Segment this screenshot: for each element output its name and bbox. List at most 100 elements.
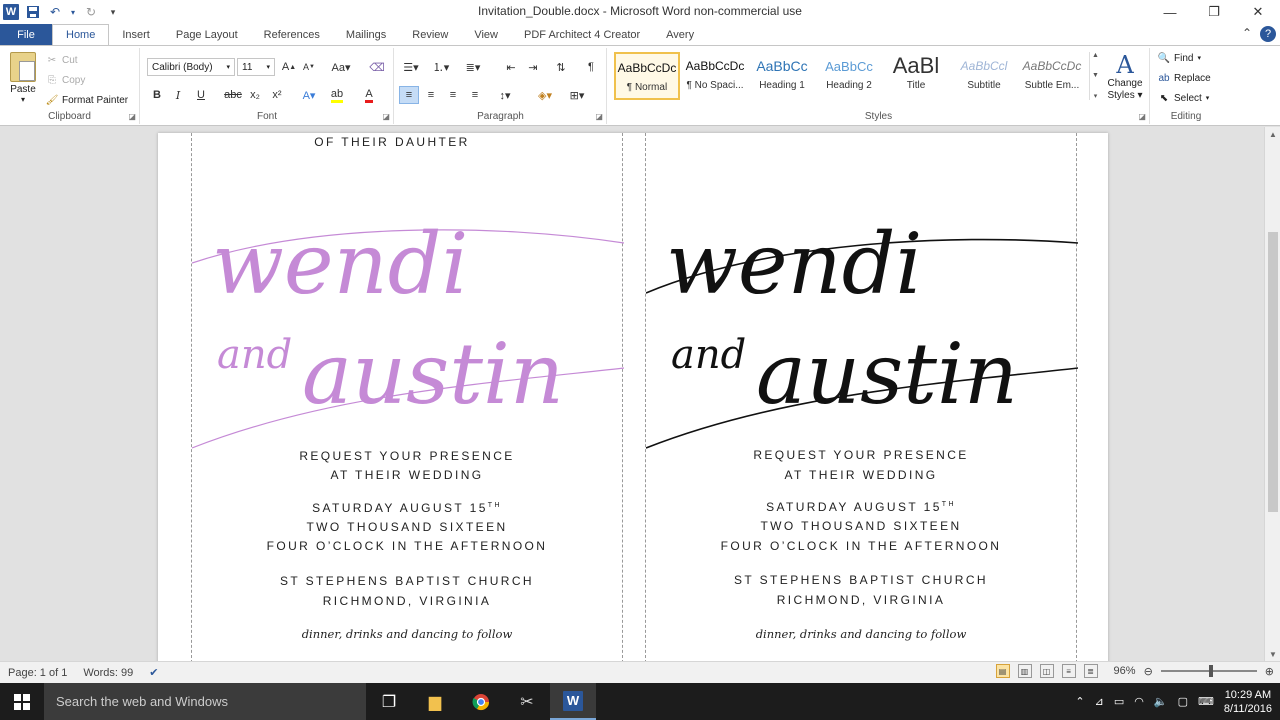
change-case-button[interactable]: Aa▾ — [331, 58, 351, 76]
show-hidden-icons-icon[interactable]: ⌃ — [1075, 695, 1084, 708]
chevron-down-icon[interactable]: ▼ — [1092, 72, 1099, 79]
style-normal[interactable]: AaBbCcDc ¶ Normal — [614, 52, 680, 100]
tab-page-layout[interactable]: Page Layout — [163, 24, 251, 45]
style-title[interactable]: AaBl Title — [883, 52, 949, 100]
italic-button[interactable]: I — [168, 86, 188, 104]
styles-launcher-icon[interactable]: ◪ — [1138, 112, 1146, 121]
wifi-icon[interactable]: ◠ — [1134, 695, 1144, 708]
change-styles-button[interactable]: A Change Styles ▾ — [1104, 52, 1146, 102]
document-page[interactable]: OF THEIR DAUHTER wendi and austin REQUES… — [158, 133, 1108, 661]
chrome-icon[interactable] — [458, 683, 504, 720]
taskbar-clock[interactable]: 10:29 AM 8/11/2016 — [1224, 688, 1272, 716]
find-button[interactable]: 🔍 Find ▾ — [1158, 52, 1201, 64]
document-area[interactable]: OF THEIR DAUHTER wendi and austin REQUES… — [0, 127, 1264, 661]
notifications-icon[interactable]: ▢ — [1178, 695, 1188, 708]
shading-button[interactable]: ◈▾ — [535, 86, 555, 104]
clear-formatting-icon[interactable]: ⌫ — [367, 58, 387, 76]
full-screen-reading-icon[interactable]: ▥ — [1017, 664, 1032, 678]
tab-home[interactable]: Home — [52, 24, 110, 45]
vertical-scrollbar[interactable]: ▲ ▼ — [1264, 127, 1280, 661]
grow-font-button[interactable]: A ▲ — [279, 58, 299, 76]
font-name-select[interactable]: Calibri (Body) ▾ — [147, 58, 235, 76]
chevron-up-icon[interactable]: ▲ — [1092, 52, 1099, 59]
decrease-indent-button[interactable]: ⇤ — [501, 58, 521, 76]
tab-avery[interactable]: Avery — [653, 24, 707, 45]
restore-button[interactable]: ❐ — [1192, 0, 1236, 24]
print-layout-icon[interactable]: ▤ — [995, 664, 1010, 678]
undo-icon[interactable]: ↶ — [47, 4, 63, 20]
redo-icon[interactable]: ↻ — [83, 4, 99, 20]
zoom-out-icon[interactable]: ⊖ — [1144, 665, 1153, 678]
zoom-slider-thumb[interactable] — [1208, 665, 1213, 677]
styles-scroll[interactable]: ▲ ▼ ▾ — [1089, 52, 1101, 100]
undo-dropdown-icon[interactable]: ▾ — [69, 4, 77, 20]
align-left-button[interactable]: ≡ — [399, 86, 419, 104]
taskbar-search-box[interactable]: Search the web and Windows — [44, 683, 366, 720]
customize-qat-icon[interactable]: ▾ — [105, 4, 121, 20]
highlight-button[interactable]: ab — [327, 86, 347, 104]
close-button[interactable]: ✕ — [1236, 0, 1280, 24]
invitation-card-right[interactable]: wendi and austin REQUEST YOUR PRESENCE A… — [645, 133, 1078, 661]
zoom-level[interactable]: 96% — [1114, 665, 1136, 677]
style-subtitle[interactable]: AaBbCcl Subtitle — [951, 52, 1017, 100]
keyboard-icon[interactable]: ⌨ — [1198, 695, 1214, 708]
zoom-in-icon[interactable]: ⊕ — [1265, 665, 1274, 678]
multilevel-list-button[interactable]: ≣▾ — [463, 58, 483, 76]
subscript-button[interactable]: x₂ — [245, 86, 265, 104]
invitation-card-left[interactable]: OF THEIR DAUHTER wendi and austin REQUES… — [191, 133, 624, 661]
tab-references[interactable]: References — [251, 24, 333, 45]
bold-button[interactable]: B — [147, 86, 167, 104]
tab-review[interactable]: Review — [399, 24, 461, 45]
file-explorer-icon[interactable]: ▆ — [412, 683, 458, 720]
font-size-select[interactable]: 11 ▾ — [237, 58, 275, 76]
network-icon[interactable]: ⊿ — [1095, 695, 1104, 708]
task-view-icon[interactable]: ❐ — [366, 683, 412, 720]
style-no-spacing[interactable]: AaBbCcDc ¶ No Spaci... — [682, 52, 748, 100]
style-heading-2[interactable]: AaBbCc Heading 2 — [816, 52, 882, 100]
tab-file[interactable]: File — [0, 24, 52, 45]
underline-button[interactable]: U — [191, 86, 211, 104]
cut-button[interactable]: ✂ Cut — [46, 54, 78, 66]
bullets-button[interactable]: ☰▾ — [401, 58, 421, 76]
superscript-button[interactable]: x² — [267, 86, 287, 104]
font-color-button[interactable]: A — [359, 86, 379, 104]
select-button[interactable]: ⬉ Select ▾ — [1158, 92, 1210, 104]
tab-pdf-architect[interactable]: PDF Architect 4 Creator — [511, 24, 653, 45]
volume-icon[interactable]: 🔈 — [1154, 695, 1168, 708]
align-right-button[interactable]: ≡ — [443, 86, 463, 104]
justify-button[interactable]: ≡ — [465, 86, 485, 104]
style-subtle-emphasis[interactable]: AaBbCcDc Subtle Em... — [1019, 52, 1085, 100]
replace-button[interactable]: ab Replace — [1158, 72, 1210, 84]
battery-icon[interactable]: ▭ — [1114, 695, 1124, 708]
scroll-down-icon[interactable]: ▼ — [1265, 647, 1280, 661]
draft-icon[interactable]: ≣ — [1083, 664, 1098, 678]
text-effects-button[interactable]: A▾ — [299, 86, 319, 104]
snipping-tool-icon[interactable]: ✂ — [504, 683, 550, 720]
borders-button[interactable]: ⊞▾ — [567, 86, 587, 104]
style-heading-1[interactable]: AaBbCc Heading 1 — [749, 52, 815, 100]
format-painter-button[interactable]: 🖌 Format Painter — [46, 94, 128, 106]
shrink-font-button[interactable]: A ▼ — [299, 58, 319, 76]
tab-view[interactable]: View — [461, 24, 511, 45]
minimize-ribbon-icon[interactable]: ⌃ — [1242, 26, 1252, 42]
align-center-button[interactable]: ≡ — [421, 86, 441, 104]
numbering-button[interactable]: ⒈▾ — [431, 58, 451, 76]
clipboard-launcher-icon[interactable]: ◪ — [128, 112, 136, 121]
proofing-icon[interactable]: ✔ — [141, 666, 166, 679]
copy-button[interactable]: ⎘ Copy — [46, 74, 85, 86]
show-hide-button[interactable]: ¶ — [581, 58, 601, 76]
paragraph-launcher-icon[interactable]: ◪ — [595, 112, 603, 121]
scrollbar-thumb[interactable] — [1268, 232, 1278, 512]
page-count[interactable]: Page: 1 of 1 — [0, 667, 75, 679]
web-layout-icon[interactable]: ◫ — [1039, 664, 1054, 678]
outline-icon[interactable]: ≡ — [1061, 664, 1076, 678]
more-styles-icon[interactable]: ▾ — [1094, 92, 1098, 100]
strikethrough-button[interactable]: abc — [223, 86, 243, 104]
word-logo-icon[interactable]: W — [3, 4, 19, 20]
save-icon[interactable] — [25, 4, 41, 20]
font-launcher-icon[interactable]: ◪ — [382, 112, 390, 121]
sort-button[interactable]: ⇅ — [551, 58, 571, 76]
increase-indent-button[interactable]: ⇥ — [523, 58, 543, 76]
word-count[interactable]: Words: 99 — [75, 667, 141, 679]
line-spacing-button[interactable]: ↕▾ — [495, 86, 515, 104]
